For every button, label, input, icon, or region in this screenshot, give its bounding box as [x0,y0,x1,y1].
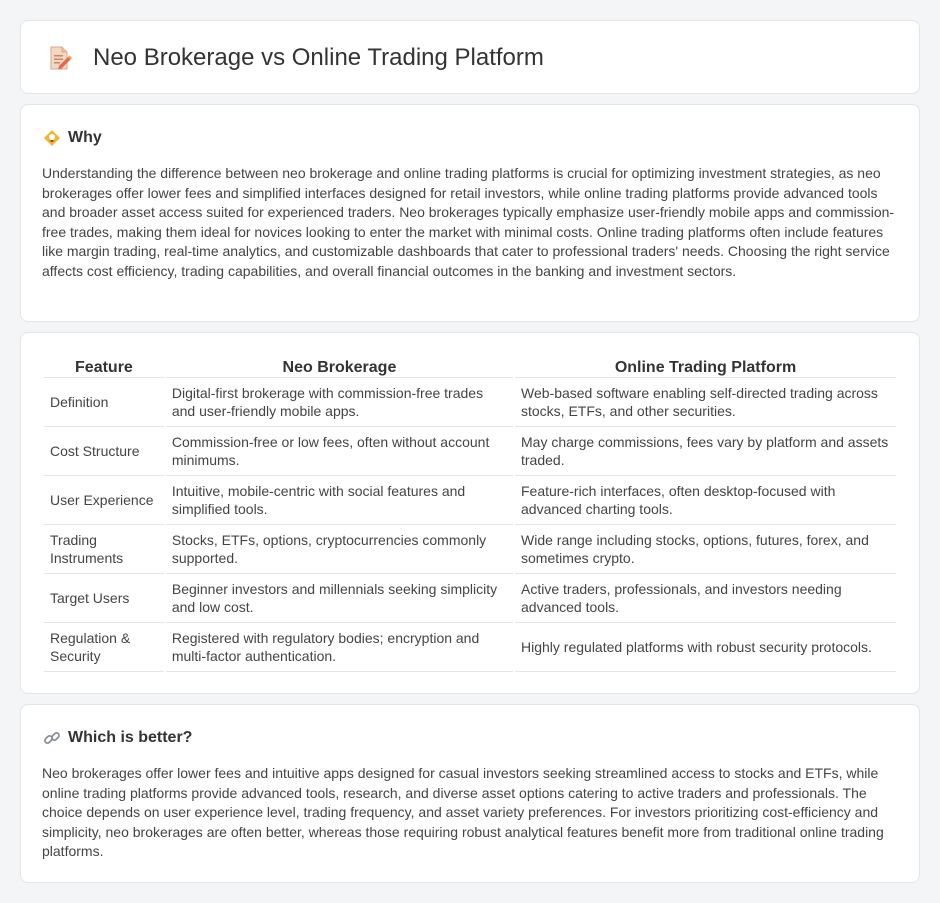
table-row: User Experience Intuitive, mobile-centri… [44,476,896,525]
platform-cell: Active traders, professionals, and inves… [515,574,896,623]
platform-cell: Wide range including stocks, options, fu… [515,525,896,574]
title-card: Neo Brokerage vs Online Trading Platform [20,20,920,94]
feature-cell: User Experience [44,476,164,525]
page-title: Neo Brokerage vs Online Trading Platform [93,44,544,71]
comparison-card: Feature Neo Brokerage Online Trading Pla… [20,332,920,694]
neo-cell: Commission-free or low fees, often witho… [165,427,513,476]
column-header-online-trading-platform: Online Trading Platform [515,354,896,378]
table-row: Cost Structure Commission-free or low fe… [44,427,896,476]
platform-cell: Web-based software enabling self-directe… [515,378,896,427]
table-row: Definition Digital-first brokerage with … [44,378,896,427]
table-row: Target Users Beginner investors and mill… [44,574,896,623]
feature-cell: Regulation & Security [44,623,164,672]
table-row: Regulation & Security Registered with re… [44,623,896,672]
neo-cell: Registered with regulatory bodies; encry… [165,623,513,672]
title-row: Neo Brokerage vs Online Trading Platform [21,21,919,95]
why-section: Why Understanding the difference between… [20,104,920,322]
better-text: Neo brokerages offer lower fees and intu… [42,765,884,860]
page: Neo Brokerage vs Online Trading Platform… [0,0,940,903]
neo-cell: Digital-first brokerage with commission-… [165,378,513,427]
bulb-icon [43,129,61,147]
link-icon [43,729,61,747]
which-is-better-section: Which is better? Neo brokerages offer lo… [20,704,920,883]
table-row: Trading Instruments Stocks, ETFs, option… [44,525,896,574]
neo-cell: Stocks, ETFs, options, cryptocurrencies … [165,525,513,574]
neo-cell: Beginner investors and millennials seeki… [165,574,513,623]
neo-cell: Intuitive, mobile-centric with social fe… [165,476,513,525]
feature-cell: Cost Structure [44,427,164,476]
platform-cell: May charge commissions, fees vary by pla… [515,427,896,476]
comparison-table: Feature Neo Brokerage Online Trading Pla… [42,354,898,672]
feature-cell: Target Users [44,574,164,623]
feature-cell: Trading Instruments [44,525,164,574]
better-heading-row: Which is better? [21,705,919,747]
platform-cell: Highly regulated platforms with robust s… [515,623,896,672]
document-edit-icon [45,44,73,72]
why-heading-row: Why [21,105,919,147]
column-header-neo-brokerage: Neo Brokerage [165,354,513,378]
better-heading: Which is better? [68,729,193,746]
table-header-row: Feature Neo Brokerage Online Trading Pla… [44,354,896,378]
column-header-feature: Feature [44,354,164,378]
feature-cell: Definition [44,378,164,427]
why-heading: Why [68,129,102,146]
why-text: Understanding the difference between neo… [42,165,895,279]
platform-cell: Feature-rich interfaces, often desktop-f… [515,476,896,525]
